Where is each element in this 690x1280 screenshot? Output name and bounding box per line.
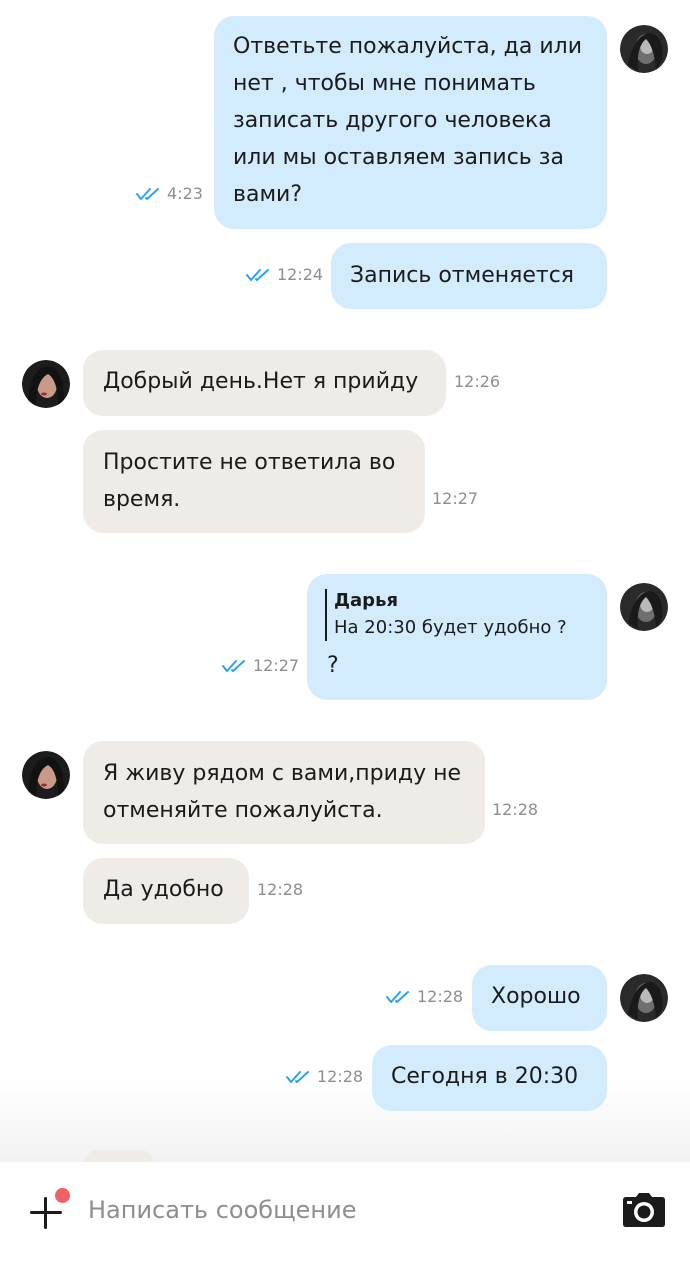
message-bubble-incoming[interactable]: Добрый день.Нет я прийду — [83, 350, 446, 416]
message-text-line: Простите не ответила во — [103, 450, 396, 475]
contact-avatar[interactable] — [22, 751, 70, 799]
message-meta: 4:23 — [136, 184, 203, 203]
avatar-image — [620, 583, 668, 631]
message-text-line: нет , чтобы мне понимать — [233, 71, 536, 96]
message-bubble-incoming[interactable]: Да удобно — [83, 858, 249, 924]
message-meta: 12:27 — [432, 489, 478, 508]
message-time: 12:28 — [317, 1067, 364, 1086]
message-meta: 12:28 — [386, 987, 463, 1006]
my-avatar[interactable] — [620, 583, 668, 631]
message-meta: 12:28 — [492, 800, 538, 819]
message-text-line: вами? — [233, 182, 303, 207]
message-text-line: или мы оставляем запись за — [233, 145, 564, 170]
message-bubble-outgoing[interactable]: Хорошо — [472, 965, 607, 1031]
message-time: 12:26 — [454, 372, 501, 391]
message-meta: 12:27 — [222, 656, 299, 675]
message-bubble-outgoing[interactable]: Сегодня в 20:30 — [372, 1045, 607, 1111]
message-input[interactable]: Написать сообщение — [88, 1196, 357, 1224]
my-avatar[interactable] — [620, 974, 668, 1022]
avatar-image — [620, 25, 668, 73]
double-check-icon — [386, 990, 409, 1003]
message-time: 12:27 — [253, 656, 300, 675]
contact-avatar[interactable] — [22, 360, 70, 408]
message-meta: 12:26 — [454, 372, 500, 391]
message-time: 12:24 — [277, 265, 324, 284]
chat-area[interactable]: Ответьте пожалуйста, да или нет , чтобы … — [0, 0, 690, 1162]
double-check-icon — [286, 1070, 309, 1083]
double-check-icon — [246, 268, 269, 281]
message-bubble-outgoing[interactable]: Запись отменяется — [331, 243, 607, 309]
reply-author: Дарья — [334, 590, 399, 611]
avatar-image — [22, 751, 70, 799]
message-text: Сегодня в 20:30 — [391, 1064, 579, 1089]
message-text-line: Ответьте пожалуйста, да или — [233, 34, 583, 59]
message-text: Запись отменяется — [350, 263, 575, 288]
avatar-image — [22, 360, 70, 408]
message-text-line: отменяйте пожалуйста. — [103, 798, 383, 823]
camera-icon[interactable] — [622, 1192, 666, 1228]
message-bubble-outgoing[interactable]: Дарья На 20:30 будет удобно ? ? — [307, 574, 607, 700]
notification-badge — [55, 1188, 70, 1203]
message-meta: 12:24 — [246, 265, 323, 284]
message-bubble-outgoing[interactable]: Ответьте пожалуйста, да или нет , чтобы … — [214, 16, 607, 229]
message-text: Добрый день.Нет я прийду — [103, 369, 419, 394]
message-text-line: время. — [103, 487, 181, 512]
message-text: Да удобно — [103, 877, 224, 902]
message-meta: 12:28 — [257, 880, 303, 899]
message-text-line: записать другого человека — [233, 108, 552, 133]
message-time: 12:28 — [257, 880, 304, 899]
message-time: 12:27 — [432, 489, 479, 508]
message-time: 12:28 — [492, 800, 539, 819]
double-check-icon — [136, 187, 159, 200]
message-text-line: Я живу рядом с вами,приду не — [103, 761, 462, 786]
reply-text: На 20:30 будет удобно ? — [334, 617, 567, 638]
partial-message-bubble — [84, 1150, 154, 1162]
avatar-image — [620, 974, 668, 1022]
message-bubble-incoming[interactable]: Я живу рядом с вами,приду не отменяйте п… — [83, 741, 485, 844]
reply-quote-bar — [325, 589, 327, 641]
message-meta: 12:28 — [286, 1067, 363, 1086]
message-time: 4:23 — [167, 184, 203, 203]
my-avatar[interactable] — [620, 25, 668, 73]
message-text: Хорошо — [491, 984, 581, 1009]
message-text: ? — [327, 653, 339, 678]
message-bubble-incoming[interactable]: Простите не ответила во время. — [83, 430, 425, 533]
double-check-icon — [222, 659, 245, 672]
message-time: 12:28 — [417, 987, 464, 1006]
